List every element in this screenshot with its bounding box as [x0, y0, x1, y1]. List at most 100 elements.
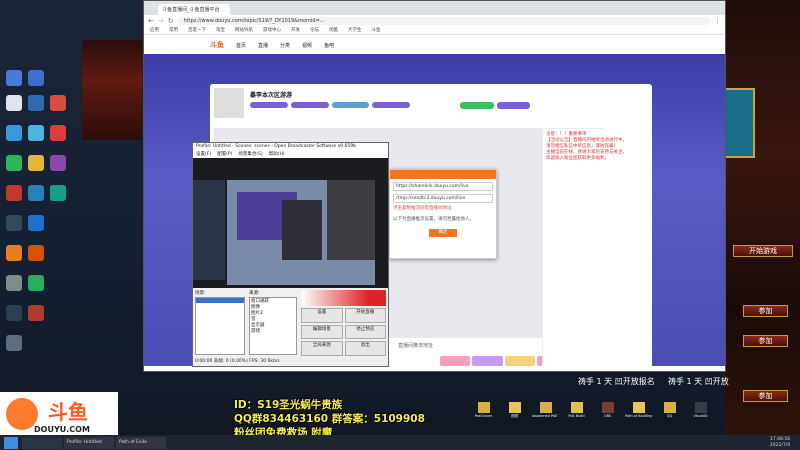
pinned-app[interactable]: Awakened PoE Trade: [532, 402, 559, 430]
edit-scene-button[interactable]: 编辑场景: [301, 324, 343, 340]
app-icon[interactable]: [6, 305, 22, 321]
app-icon[interactable]: [6, 245, 22, 261]
browser-icon[interactable]: [50, 95, 66, 111]
network-icon[interactable]: [6, 95, 22, 111]
exit-button[interactable]: 退出: [344, 341, 386, 356]
action-buttons: [460, 102, 530, 109]
global-sources-button[interactable]: 全局来源: [301, 341, 343, 356]
app-icon[interactable]: [28, 185, 44, 201]
app-icon[interactable]: [28, 155, 44, 171]
bookmark-item[interactable]: 大学生: [348, 27, 362, 33]
folder-icon: [694, 402, 707, 413]
nav-item[interactable]: 首页: [236, 42, 246, 49]
site-logo[interactable]: 斗鱼: [210, 40, 224, 50]
back-icon[interactable]: ←: [148, 17, 154, 25]
rtmp-url-field[interactable]: rtmp://sendtc3.douyu.com/live: [393, 194, 493, 203]
avatar[interactable]: [214, 88, 244, 118]
bookmark-item[interactable]: 斗鱼: [372, 27, 381, 33]
audio-meter[interactable]: [301, 290, 386, 306]
start-stream-button[interactable]: 开始直播: [344, 308, 386, 323]
nav-item[interactable]: 视频: [302, 42, 312, 49]
tag-row: [250, 102, 410, 108]
menu-item[interactable]: 帮助(H): [269, 151, 285, 158]
app-icon[interactable]: [50, 155, 66, 171]
browser-tab[interactable]: 斗鱼直播间_斗鱼直播平台: [158, 4, 230, 15]
join-button[interactable]: 参加: [743, 305, 788, 317]
forward-icon[interactable]: →: [158, 17, 164, 25]
preview-desktop-strip: [193, 180, 225, 280]
settings-button[interactable]: 设置: [301, 308, 343, 323]
bookmarks-bar: 应用 常用 百度一下 淘宝 网站导航 游戏中心 开发 论坛 优酷 大学生 斗鱼: [144, 26, 725, 35]
app-icon[interactable]: [28, 215, 44, 231]
recycle-bin-icon[interactable]: [28, 70, 44, 86]
stream-settings-dialog: https://sharelink.douyu.com/live rtmp://…: [389, 169, 497, 259]
copy-link[interactable]: 点击复制推流码及直播间地址: [393, 205, 493, 212]
bookmark-item[interactable]: 淘宝: [216, 27, 225, 33]
confirm-button[interactable]: 确定: [429, 229, 457, 237]
pinned-app[interactable]: VisualSt: [687, 402, 714, 430]
sources-list[interactable]: 窗口捕获 图像 图片2 音 显示器 游戏: [249, 297, 297, 355]
search-icon[interactable]: [22, 436, 62, 449]
reload-icon[interactable]: ↻: [168, 17, 174, 25]
app-icon[interactable]: [50, 125, 66, 141]
clock[interactable]: 17:48:56 2022/7/9: [760, 437, 800, 449]
app-icon[interactable]: [6, 275, 22, 291]
menu-item[interactable]: 配置(P): [217, 151, 232, 158]
steam-icon[interactable]: [28, 95, 44, 111]
pinned-app-label: PoE Build: [568, 414, 585, 418]
windows-start-icon[interactable]: [4, 436, 18, 449]
taskbar-item[interactable]: Path of Exile: [116, 436, 166, 449]
bookmark-item[interactable]: 网站导航: [235, 27, 253, 33]
pinned-app[interactable]: 视频: [501, 402, 528, 430]
overlay-line: QQ群834463160 群答案：5109908: [234, 413, 425, 425]
bookmark-item[interactable]: 论坛: [310, 27, 319, 33]
announcement-panel: 注意！！！重要事项 【活动公告】直播间内抽奖活动进行中， 请勿相信私信中奖信息，…: [542, 129, 650, 366]
obs-preview[interactable]: [193, 158, 388, 288]
pinned-apps: PoeCharm 视频 Awakened PoE Trade PoE Build OBS…: [470, 402, 725, 430]
announcement-line: 欢迎加入粉丝团获取更多福利。: [546, 156, 609, 161]
follow-button[interactable]: [460, 102, 494, 109]
scenes-label: 场景:: [195, 291, 206, 296]
pinned-app[interactable]: OBS: [594, 402, 621, 430]
menu-item[interactable]: 设置(F): [196, 151, 211, 158]
bookmark-item[interactable]: 百度一下: [188, 27, 206, 33]
computer-icon[interactable]: [6, 70, 22, 86]
pinned-app[interactable]: QQ: [656, 402, 683, 430]
bookmark-item[interactable]: 优酷: [329, 27, 338, 33]
source-item[interactable]: 游戏: [251, 329, 295, 335]
pinned-app[interactable]: PoeCharm: [470, 402, 497, 430]
join-button[interactable]: 参加: [743, 390, 788, 402]
url-input[interactable]: https://www.douyu.com/topic/S19/?_DY2019…: [177, 16, 710, 25]
taskbar-item[interactable]: Profile: Untitled: [64, 436, 114, 449]
live-url-field[interactable]: https://sharelink.douyu.com/live: [393, 182, 493, 191]
app-icon[interactable]: [6, 155, 22, 171]
join-button[interactable]: 参加: [743, 335, 788, 347]
scenes-list[interactable]: [195, 297, 245, 355]
app-icon[interactable]: [6, 215, 22, 231]
app-icon[interactable]: [28, 305, 44, 321]
app-icon[interactable]: [28, 275, 44, 291]
nav-item[interactable]: 直播: [258, 42, 268, 49]
bookmark-item[interactable]: 开发: [291, 27, 300, 33]
app-icon[interactable]: [6, 335, 22, 351]
app-icon[interactable]: [28, 125, 44, 141]
app-icon[interactable]: [6, 185, 22, 201]
nav-item[interactable]: 鱼吧: [324, 42, 334, 49]
pinned-app-label: 视频: [511, 414, 518, 418]
pinned-app[interactable]: Path of Building: [625, 402, 652, 430]
bookmark-item[interactable]: 常用: [169, 27, 178, 33]
site-header: 斗鱼 首页 直播 分类 视频 鱼吧: [144, 36, 725, 54]
bookmark-item[interactable]: 游戏中心: [263, 27, 281, 33]
bookmark-item[interactable]: 应用: [150, 27, 159, 33]
menu-item[interactable]: 场景集合(S): [238, 151, 262, 158]
share-button[interactable]: [496, 102, 530, 109]
app-icon[interactable]: [50, 185, 66, 201]
nav-item[interactable]: 分类: [280, 42, 290, 49]
app-icon[interactable]: [28, 245, 44, 261]
start-game-button[interactable]: 开始游戏: [733, 245, 793, 257]
pinned-app[interactable]: PoE Build: [563, 402, 590, 430]
folder-icon: [601, 402, 614, 413]
stop-preview-button[interactable]: 停止预览: [344, 324, 386, 340]
extensions-icon[interactable]: ⋮: [714, 17, 721, 25]
app-icon[interactable]: [6, 125, 22, 141]
